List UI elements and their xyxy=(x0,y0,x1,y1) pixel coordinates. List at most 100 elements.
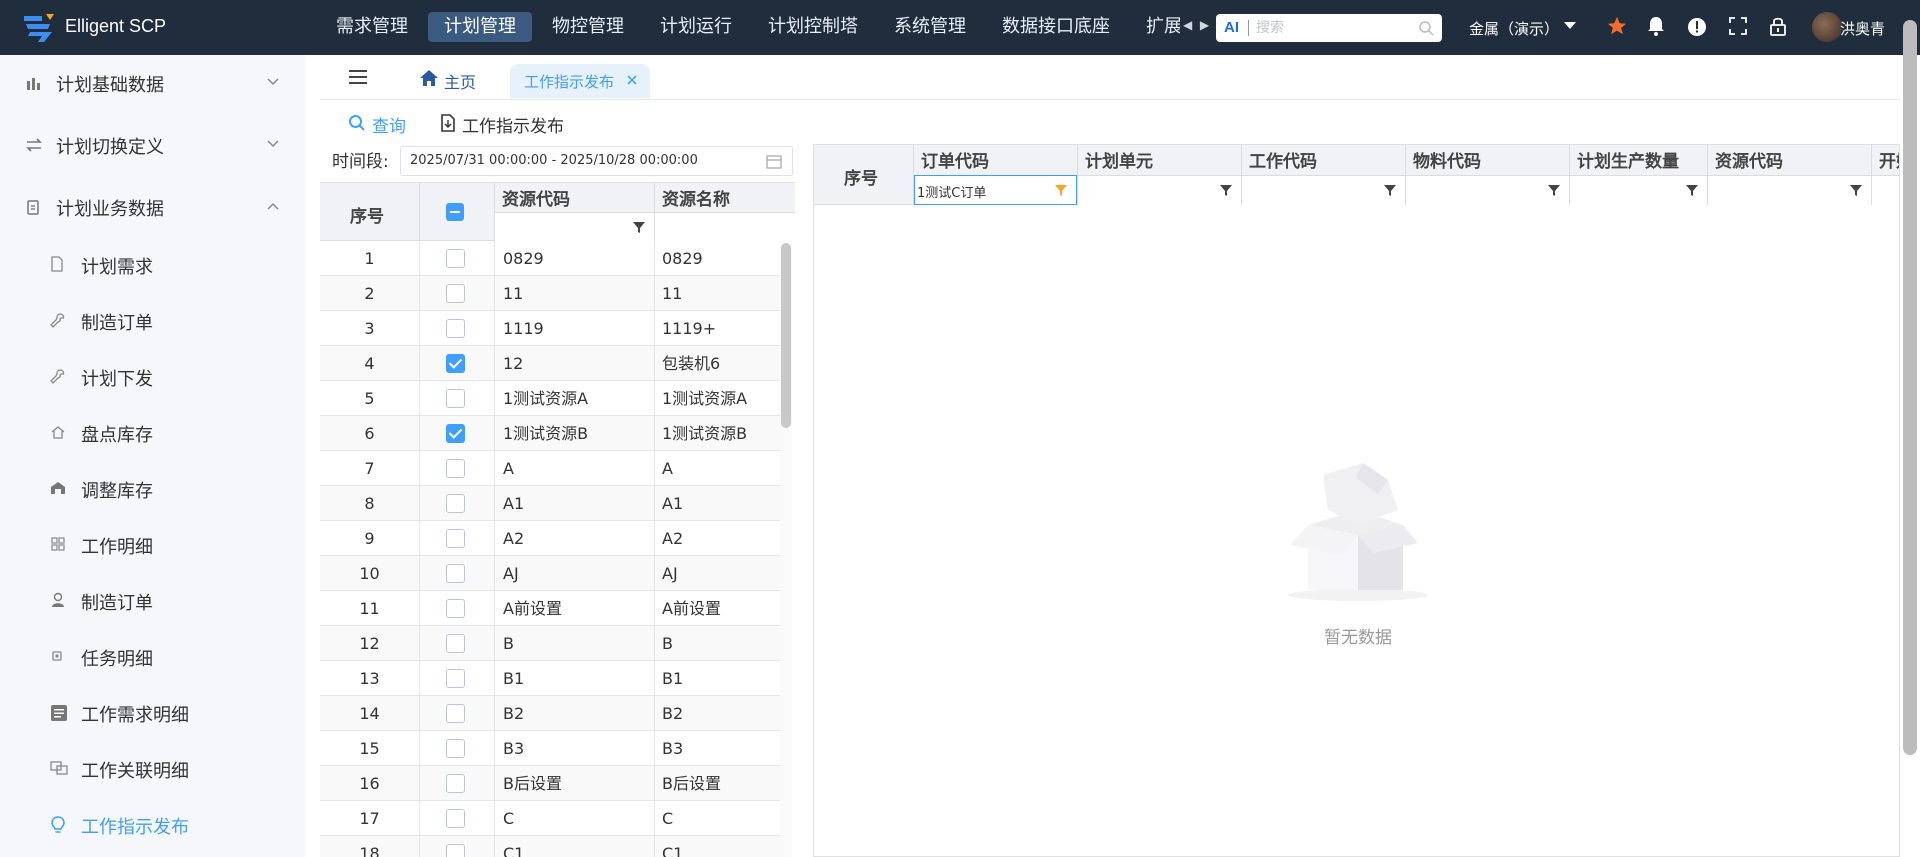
row-checkbox-cell[interactable] xyxy=(420,696,495,731)
row-checkbox[interactable] xyxy=(446,319,465,338)
search-input[interactable] xyxy=(1256,18,1416,38)
filter-icon[interactable] xyxy=(1383,184,1397,197)
caret-down-icon[interactable] xyxy=(1564,22,1576,29)
row-checkbox-cell[interactable] xyxy=(420,381,495,416)
sidebar-group-basic-data[interactable]: 计划基础数据 xyxy=(0,58,305,108)
sidebar-item[interactable]: 计划下发 xyxy=(0,349,305,405)
table-row[interactable]: 16 B后设置 B后设置 xyxy=(320,766,780,801)
row-checkbox-cell[interactable] xyxy=(420,451,495,486)
table-row[interactable]: 9 A2 A2 xyxy=(320,521,780,556)
row-checkbox[interactable] xyxy=(446,459,465,478)
row-checkbox-cell[interactable] xyxy=(420,766,495,801)
row-checkbox-cell[interactable] xyxy=(420,416,495,451)
row-checkbox[interactable] xyxy=(446,634,465,653)
table-row[interactable]: 3 1119 1119+ xyxy=(320,311,780,346)
top-nav-item[interactable]: 需求管理 xyxy=(320,12,424,42)
top-nav-item[interactable]: 物控管理 xyxy=(536,12,640,42)
resource-table-scrollbar[interactable] xyxy=(780,241,792,857)
table-row[interactable]: 13 B1 B1 xyxy=(320,661,780,696)
alert-icon[interactable] xyxy=(1686,15,1708,37)
sidebar-item[interactable]: 调整库存 xyxy=(0,461,305,517)
top-nav-item[interactable]: 计划控制塔 xyxy=(752,12,874,42)
ai-label[interactable]: AI xyxy=(1224,19,1239,36)
filter-icon[interactable] xyxy=(1685,184,1699,197)
row-checkbox-cell[interactable] xyxy=(420,486,495,521)
row-checkbox-cell[interactable] xyxy=(420,346,495,381)
row-checkbox[interactable] xyxy=(446,249,465,268)
sidebar-item[interactable]: 工作需求明细 xyxy=(0,685,305,741)
row-checkbox[interactable] xyxy=(446,564,465,583)
top-nav-item[interactable]: 系统管理 xyxy=(878,12,982,42)
row-checkbox-cell[interactable] xyxy=(420,521,495,556)
row-checkbox-cell[interactable] xyxy=(420,311,495,346)
row-checkbox-cell[interactable] xyxy=(420,626,495,661)
table-row[interactable]: 5 1测试资源A 1测试资源A xyxy=(320,381,780,416)
column-header[interactable]: 资源代码 xyxy=(1708,145,1872,205)
nav-scroll-arrows[interactable]: ◀ ▶ xyxy=(1183,18,1209,32)
filter-icon[interactable] xyxy=(1219,184,1233,197)
resource-code-filter[interactable] xyxy=(495,212,654,241)
row-checkbox-cell[interactable] xyxy=(420,661,495,696)
row-checkbox[interactable] xyxy=(446,599,465,618)
bell-icon[interactable] xyxy=(1646,15,1666,37)
row-checkbox-cell[interactable] xyxy=(420,801,495,836)
table-row[interactable]: 4 12 包装机6 xyxy=(320,346,780,381)
row-checkbox-cell[interactable] xyxy=(420,591,495,626)
row-checkbox[interactable] xyxy=(446,809,465,828)
global-search[interactable]: AI xyxy=(1216,14,1442,42)
sidebar-item[interactable]: 盘点库存 xyxy=(0,405,305,461)
row-checkbox[interactable] xyxy=(446,739,465,758)
lock-icon[interactable] xyxy=(1768,15,1788,37)
top-nav-item[interactable]: 计划运行 xyxy=(644,12,748,42)
column-filter[interactable] xyxy=(1708,175,1871,205)
row-checkbox-cell[interactable] xyxy=(420,276,495,311)
column-filter[interactable] xyxy=(1078,175,1241,205)
row-checkbox[interactable] xyxy=(446,494,465,513)
table-row[interactable]: 14 B2 B2 xyxy=(320,696,780,731)
menu-toggle-icon[interactable] xyxy=(348,68,368,86)
row-checkbox[interactable] xyxy=(446,284,465,303)
sidebar-group-switch-def[interactable]: 计划切换定义 xyxy=(0,120,305,170)
user-name[interactable]: 洪奥青 xyxy=(1840,18,1885,39)
column-header-resource-code[interactable]: 资源代码 xyxy=(495,183,655,241)
date-range-picker[interactable]: 2025/07/31 00:00:00 - 2025/10/28 00:00:0… xyxy=(400,146,793,176)
column-header[interactable]: 开始 xyxy=(1872,145,1899,205)
column-filter[interactable] xyxy=(1242,175,1405,205)
fullscreen-icon[interactable] xyxy=(1728,15,1748,37)
column-filter[interactable] xyxy=(1872,175,1899,205)
filter-icon[interactable] xyxy=(1054,184,1068,197)
column-filter[interactable]: 1测试C订单 xyxy=(914,175,1077,205)
search-icon[interactable] xyxy=(1418,20,1434,36)
avatar[interactable] xyxy=(1812,12,1842,42)
table-row[interactable]: 8 A1 A1 xyxy=(320,486,780,521)
row-checkbox[interactable] xyxy=(446,774,465,793)
table-row[interactable]: 10 AJ AJ xyxy=(320,556,780,591)
sidebar-item[interactable]: 任务明细 xyxy=(0,629,305,685)
row-checkbox[interactable] xyxy=(446,354,465,373)
column-header-resource-name[interactable]: 资源名称 xyxy=(655,183,795,241)
column-header[interactable]: 订单代码 1测试C订单 xyxy=(914,145,1078,205)
sidebar-item[interactable]: 制造订单 xyxy=(0,573,305,629)
sidebar-item[interactable]: 工作明细 xyxy=(0,517,305,573)
top-nav-item[interactable]: 计划管理 xyxy=(428,12,532,42)
column-header[interactable]: 工作代码 xyxy=(1242,145,1406,205)
row-checkbox-cell[interactable] xyxy=(420,731,495,766)
row-checkbox-cell[interactable] xyxy=(420,241,495,276)
page-scrollbar[interactable] xyxy=(1903,20,1917,755)
row-checkbox-cell[interactable] xyxy=(420,556,495,591)
top-nav-item[interactable]: 扩展 xyxy=(1130,12,1180,42)
close-icon[interactable] xyxy=(626,74,638,86)
tab-work-instruction-publish[interactable]: 工作指示发布 xyxy=(510,64,650,98)
table-row[interactable]: 6 1测试资源B 1测试资源B xyxy=(320,416,780,451)
sidebar-item[interactable]: 工作关联明细 xyxy=(0,741,305,797)
row-checkbox[interactable] xyxy=(446,844,465,857)
top-nav-item[interactable]: 数据接口底座 xyxy=(986,12,1126,42)
star-icon[interactable] xyxy=(1606,15,1628,37)
table-row[interactable]: 15 B3 B3 xyxy=(320,731,780,766)
select-all-checkbox[interactable] xyxy=(420,183,495,241)
table-row[interactable]: 2 11 11 xyxy=(320,276,780,311)
sidebar-item[interactable]: 计划需求 xyxy=(0,237,305,293)
sidebar-item[interactable]: 制造订单 xyxy=(0,293,305,349)
filter-icon[interactable] xyxy=(632,221,646,234)
column-filter[interactable] xyxy=(1406,175,1569,205)
